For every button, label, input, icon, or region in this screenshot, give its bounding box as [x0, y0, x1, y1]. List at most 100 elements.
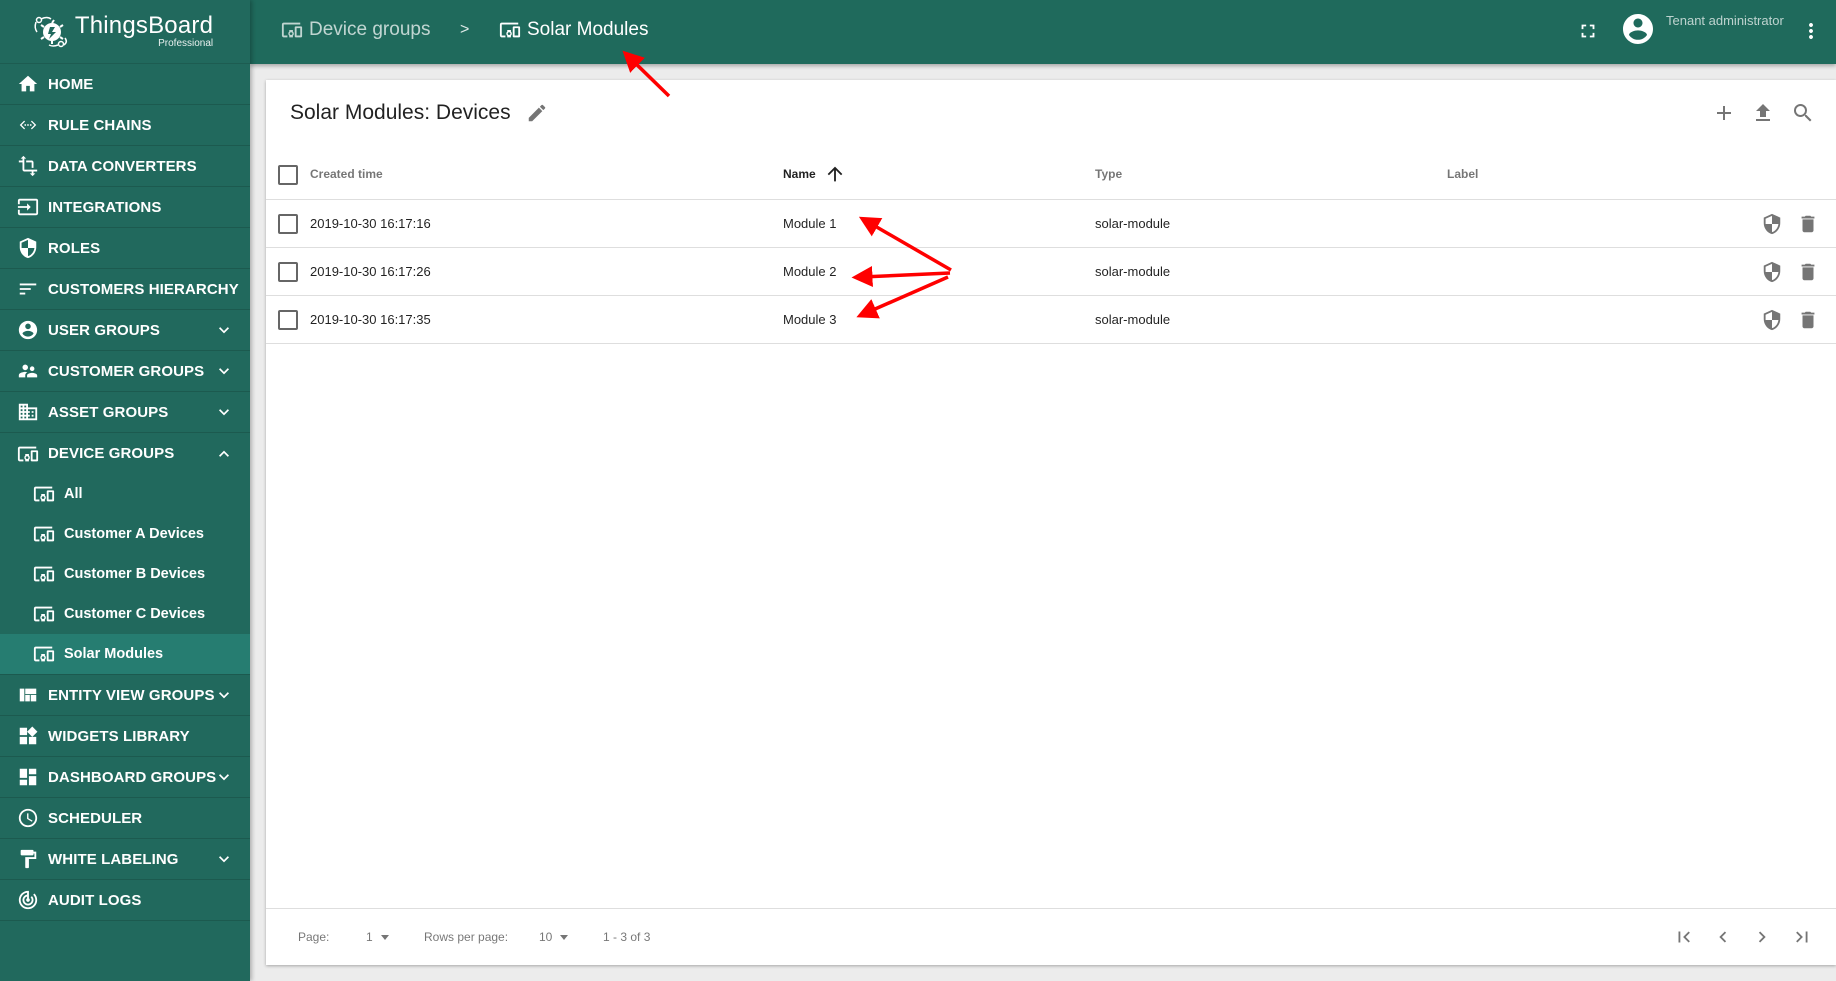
input-icon	[16, 195, 40, 219]
sidebar-item-dashboard-groups[interactable]: DASHBOARD GROUPS	[0, 757, 250, 798]
device-group-solar-modules[interactable]: Solar Modules	[0, 634, 250, 674]
delete-device-button[interactable]	[1795, 259, 1821, 285]
sidebar-item-scheduler[interactable]: SCHEDULER	[0, 798, 250, 839]
device-group-customer-a[interactable]: Customer A Devices	[0, 514, 250, 554]
chevron-up-icon[interactable]	[212, 442, 236, 466]
shield-icon	[16, 236, 40, 260]
logo[interactable]: ThingsBoard Professional	[0, 0, 250, 64]
sidebar-item-label: DATA CONVERTERS	[48, 157, 197, 175]
sidebar-item-device-groups[interactable]: DEVICE GROUPS	[0, 433, 250, 474]
page-title: Solar Modules: Devices	[290, 101, 511, 124]
chevron-down-icon[interactable]	[212, 765, 236, 789]
breadcrumb-solar-modules: Solar Modules	[498, 0, 648, 60]
table-row[interactable]: 2019-10-30 16:17:16 Module 1 solar-modul…	[266, 200, 1836, 248]
sidebar-item-asset-groups[interactable]: ASSET GROUPS	[0, 392, 250, 433]
user-avatar[interactable]	[1620, 11, 1656, 47]
row-checkbox[interactable]	[278, 310, 298, 330]
sort-icon	[16, 277, 40, 301]
dashboard-icon	[16, 765, 40, 789]
last-page-button[interactable]	[1788, 923, 1816, 951]
sidebar-item-data-converters[interactable]: DATA CONVERTERS	[0, 146, 250, 187]
table-row[interactable]: 2019-10-30 16:17:26 Module 2 solar-modul…	[266, 248, 1836, 296]
table-row[interactable]: 2019-10-30 16:17:35 Module 3 solar-modul…	[266, 296, 1836, 344]
user-role[interactable]: Tenant administrator	[1666, 13, 1784, 28]
column-name[interactable]: Name	[783, 167, 816, 181]
chevron-down-icon[interactable]	[212, 318, 236, 342]
fullscreen-button[interactable]	[1572, 15, 1604, 47]
next-page-button[interactable]	[1748, 923, 1776, 951]
dropdown-caret-icon	[560, 935, 569, 941]
sidebar-item-white-labeling[interactable]: WHITE LABELING	[0, 839, 250, 880]
breadcrumb-label: Solar Modules	[527, 19, 649, 40]
add-device-button[interactable]	[1709, 98, 1739, 128]
device-group-customer-c[interactable]: Customer C Devices	[0, 594, 250, 634]
search-button[interactable]	[1788, 98, 1818, 128]
dropdown-caret-icon	[380, 935, 389, 941]
column-label[interactable]: Label	[1447, 167, 1478, 181]
sort-ascending-icon[interactable]	[824, 163, 846, 185]
cell-type: solar-module	[1095, 264, 1171, 279]
sidebar-item-customers-hierarchy[interactable]: CUSTOMERS HIERARCHY	[0, 269, 250, 310]
sidebar-item-widgets-library[interactable]: WIDGETS LIBRARY	[0, 716, 250, 757]
sidebar-item-customer-groups[interactable]: CUSTOMER GROUPS	[0, 351, 250, 392]
sidebar: ThingsBoard Professional HOME RULE CHAIN…	[0, 0, 250, 981]
top-bar: Device groups > Solar Modules Tenant adm…	[250, 0, 1836, 64]
page-value: 1	[366, 930, 373, 944]
edit-icon	[528, 104, 546, 122]
row-checkbox[interactable]	[278, 214, 298, 234]
chevron-down-icon[interactable]	[212, 847, 236, 871]
rows-per-page-value: 10	[539, 930, 553, 944]
sidebar-item-label: WHITE LABELING	[48, 850, 179, 868]
sidebar-item-entity-view-groups[interactable]: ENTITY VIEW GROUPS	[0, 675, 250, 716]
device-group-customer-b[interactable]: Customer B Devices	[0, 554, 250, 594]
breadcrumb-label: Device groups	[309, 19, 431, 40]
sidebar-item-label: INTEGRATIONS	[48, 198, 162, 216]
chevron-down-icon[interactable]	[212, 400, 236, 424]
sidebar-item-label: USER GROUPS	[48, 321, 160, 339]
column-type[interactable]: Type	[1095, 167, 1122, 181]
sub-item-label: All	[64, 486, 83, 502]
row-checkbox[interactable]	[278, 262, 298, 282]
cell-created-time: 2019-10-30 16:17:35	[310, 312, 431, 327]
delete-device-button[interactable]	[1795, 211, 1821, 237]
security-icon	[1763, 261, 1781, 283]
breadcrumb-device-groups[interactable]: Device groups	[280, 0, 430, 60]
chevron-down-icon[interactable]	[212, 683, 236, 707]
file-upload-icon	[1756, 104, 1770, 121]
brand-name: ThingsBoard	[74, 12, 214, 39]
sidebar-item-roles[interactable]: ROLES	[0, 228, 250, 269]
sub-item-label: Customer B Devices	[64, 566, 206, 582]
sidebar-item-label: ASSET GROUPS	[48, 403, 169, 421]
manage-permissions-button[interactable]	[1759, 259, 1785, 285]
select-all-checkbox[interactable]	[278, 165, 298, 185]
import-button[interactable]	[1748, 98, 1778, 128]
cell-created-time: 2019-10-30 16:17:16	[310, 216, 431, 231]
cell-type: solar-module	[1095, 312, 1171, 327]
first-page-button[interactable]	[1670, 923, 1698, 951]
sidebar-item-user-groups[interactable]: USER GROUPS	[0, 310, 250, 351]
manage-permissions-button[interactable]	[1759, 211, 1785, 237]
search-icon	[1794, 104, 1812, 122]
breadcrumb-separator: >	[460, 21, 470, 38]
sidebar-item-integrations[interactable]: INTEGRATIONS	[0, 187, 250, 228]
sidebar-item-audit-logs[interactable]: AUDIT LOGS	[0, 880, 250, 921]
edit-group-button[interactable]	[522, 98, 552, 128]
column-created-time[interactable]: Created time	[310, 167, 383, 181]
chevron-down-icon[interactable]	[212, 359, 236, 383]
sidebar-item-home[interactable]: HOME	[0, 64, 250, 105]
rule-chains-icon	[16, 113, 40, 137]
page-select[interactable]: 1	[366, 930, 389, 944]
previous-page-button[interactable]	[1709, 923, 1737, 951]
more-vert-icon	[1809, 23, 1813, 39]
devices-other-icon	[498, 18, 522, 42]
more-menu-button[interactable]	[1795, 15, 1827, 47]
device-group-all[interactable]: All	[0, 474, 250, 514]
delete-icon	[1801, 263, 1815, 281]
rows-per-page-select[interactable]: 10	[539, 930, 569, 944]
delete-icon	[1801, 215, 1815, 233]
delete-device-button[interactable]	[1795, 307, 1821, 333]
transform-icon	[16, 154, 40, 178]
sidebar-item-rule-chains[interactable]: RULE CHAINS	[0, 105, 250, 146]
manage-permissions-button[interactable]	[1759, 307, 1785, 333]
devices-other-icon	[32, 482, 56, 506]
